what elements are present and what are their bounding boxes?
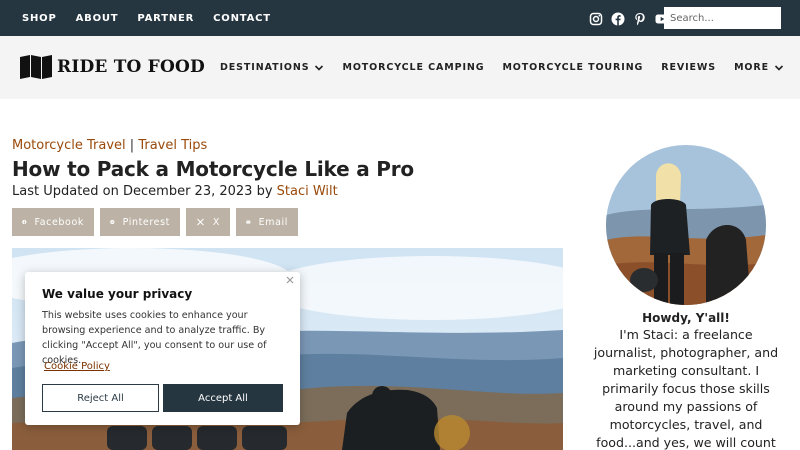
- pinterest-icon[interactable]: [633, 11, 647, 26]
- post-meta: Last Updated on December 23, 2023 by Sta…: [12, 184, 338, 199]
- x-icon: [197, 218, 204, 226]
- share-x-button[interactable]: X: [186, 208, 230, 236]
- post-title: How to Pack a Motorcycle Like a Pro: [12, 157, 414, 181]
- top-nav-partner[interactable]: PARTNER: [137, 13, 194, 24]
- social-links: [589, 11, 669, 26]
- sidebar-greeting: Howdy, Y'all!: [642, 311, 730, 325]
- site-logo[interactable]: RIDE TO FOOD: [19, 54, 205, 80]
- share-facebook-button[interactable]: Facebook: [12, 208, 94, 236]
- cookie-body: This website uses cookies to enhance you…: [42, 310, 267, 366]
- nav-reviews[interactable]: REVIEWS: [661, 62, 716, 73]
- top-nav-shop[interactable]: SHOP: [22, 13, 57, 24]
- author-avatar: [606, 145, 766, 305]
- top-nav-contact[interactable]: CONTACT: [213, 13, 271, 24]
- share-facebook-label: Facebook: [34, 216, 84, 228]
- author-link[interactable]: Staci Wilt: [277, 184, 338, 199]
- category-separator: |: [125, 138, 139, 153]
- share-buttons: Facebook Pinterest X Email: [12, 208, 298, 236]
- nav-motorcycle-camping[interactable]: MOTORCYCLE CAMPING: [342, 62, 484, 73]
- nav-more[interactable]: MORE: [734, 62, 784, 73]
- pinterest-icon: [110, 219, 115, 225]
- main-nav: DESTINATIONS MOTORCYCLE CAMPING MOTORCYC…: [220, 36, 784, 99]
- cookie-policy-link[interactable]: Cookie Policy: [44, 361, 110, 372]
- category-link-motorcycle-travel[interactable]: Motorcycle Travel: [12, 138, 126, 153]
- top-nav: SHOP ABOUT PARTNER CONTACT: [22, 0, 271, 36]
- nav-motorcycle-touring[interactable]: MOTORCYCLE TOURING: [502, 62, 643, 73]
- accept-all-button[interactable]: Accept All: [163, 384, 283, 412]
- nav-destinations[interactable]: DESTINATIONS: [220, 62, 324, 73]
- top-nav-about[interactable]: ABOUT: [76, 13, 119, 24]
- share-pinterest-label: Pinterest: [122, 216, 170, 228]
- close-icon[interactable]: [285, 275, 295, 285]
- chevron-down-icon: [774, 64, 784, 71]
- logo-text: RIDE TO FOOD: [57, 57, 205, 77]
- top-bar: SHOP ABOUT PARTNER CONTACT: [0, 0, 800, 36]
- post-categories: Motorcycle Travel | Travel Tips: [12, 138, 207, 153]
- cookie-title: We value your privacy: [42, 287, 193, 301]
- share-x-label: X: [212, 216, 220, 228]
- share-pinterest-button[interactable]: Pinterest: [100, 208, 180, 236]
- reject-all-button[interactable]: Reject All: [42, 384, 159, 412]
- sidebar-bio: I'm Staci: a freelance journalist, photo…: [593, 327, 779, 450]
- chevron-down-icon: [315, 64, 324, 71]
- share-email-button[interactable]: Email: [236, 208, 298, 236]
- share-email-label: Email: [258, 216, 288, 228]
- facebook-icon: [22, 219, 27, 225]
- facebook-icon[interactable]: [611, 11, 625, 26]
- email-icon: [246, 220, 251, 224]
- map-logo-icon: [20, 55, 52, 79]
- updated-text: Last Updated on December 23, 2023 by: [12, 184, 277, 199]
- search-input[interactable]: [664, 7, 781, 29]
- cookie-consent-dialog: We value your privacy This website uses …: [25, 272, 300, 425]
- category-link-travel-tips[interactable]: Travel Tips: [138, 138, 207, 153]
- instagram-icon[interactable]: [589, 11, 603, 26]
